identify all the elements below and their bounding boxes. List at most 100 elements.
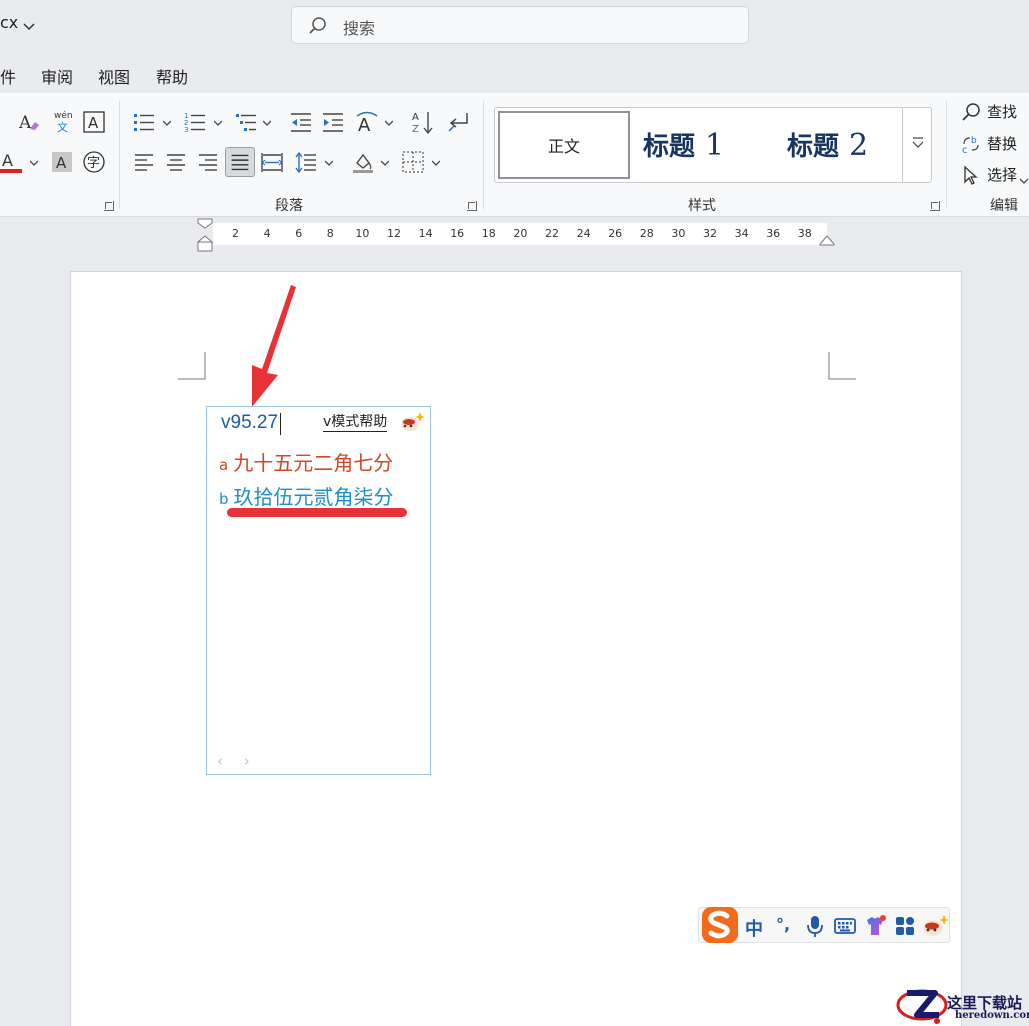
select-button[interactable]: 选择: [961, 164, 1029, 185]
chevron-down-icon[interactable]: [385, 119, 393, 127]
text-caret: [280, 413, 281, 435]
style-heading-1[interactable]: 标题 1: [643, 126, 724, 163]
style-heading-1-label: 标题: [643, 132, 696, 162]
sort-icon[interactable]: AZ: [411, 110, 435, 134]
ruler-tick-label: 32: [703, 227, 717, 240]
tab-file[interactable]: 件: [0, 64, 16, 88]
site-watermark: 这里下载站 heredown.com: [895, 985, 1029, 1026]
svg-text:b: b: [971, 136, 977, 146]
v-mode-help-link[interactable]: v模式帮助: [323, 414, 388, 432]
style-normal[interactable]: 正文: [498, 111, 630, 179]
ruler-tick-label: 30: [671, 227, 686, 240]
multilevel-list-icon[interactable]: [235, 111, 257, 133]
candidate-a[interactable]: a 九十五元二角七分: [219, 447, 393, 476]
replace-icon: bc: [961, 134, 981, 154]
chevron-down-icon[interactable]: [214, 119, 222, 127]
ruler-bar[interactable]: 2 4 6 8 10 12 14 16 18 20 22 24 26 28 30 32 34 36 38: [213, 223, 827, 245]
tab-view[interactable]: 视图: [98, 64, 130, 88]
paragraph-dialog-launcher[interactable]: [467, 201, 477, 211]
sogou-logo-icon[interactable]: [700, 905, 740, 945]
chinese-mode-toggle[interactable]: 中: [745, 915, 763, 941]
replace-label: 替换: [987, 135, 1018, 153]
group-separator: [119, 101, 120, 209]
style-heading-2[interactable]: 标题 2: [787, 126, 868, 163]
toolbox-grid-icon[interactable]: [893, 914, 917, 938]
title-bar: cx 搜索: [0, 0, 1029, 50]
bullets-icon[interactable]: [133, 111, 155, 133]
font-dialog-launcher[interactable]: [104, 201, 114, 211]
search-placeholder: 搜索: [343, 19, 376, 38]
ruler-tick-label: 36: [766, 227, 781, 240]
microphone-icon[interactable]: [803, 914, 827, 938]
chevron-down-icon: [1019, 171, 1029, 184]
character-border-icon[interactable]: A: [83, 111, 105, 133]
candidate-pager[interactable]: ‹ ›: [217, 752, 258, 770]
styles-dialog-launcher[interactable]: [930, 201, 940, 211]
document-name-menu[interactable]: cx: [0, 13, 35, 32]
decrease-indent-icon[interactable]: [290, 111, 312, 133]
svg-text:A: A: [412, 112, 419, 123]
group-label-editing: 编辑: [990, 198, 1018, 214]
svg-text:字: 字: [87, 156, 100, 171]
tab-review[interactable]: 审阅: [41, 64, 73, 88]
align-left-icon[interactable]: [133, 151, 155, 173]
chevron-down-icon[interactable]: [163, 119, 171, 127]
mascot-icon[interactable]: [921, 914, 949, 938]
ruler-tick-label: 8: [326, 227, 334, 240]
chevron-down-icon[interactable]: [432, 159, 440, 167]
find-button[interactable]: 查找: [961, 101, 1017, 122]
styles-more-button[interactable]: [902, 108, 932, 182]
group-separator: [483, 101, 484, 209]
ruler-tick-label: 14: [418, 227, 433, 240]
chevron-down-icon[interactable]: [30, 159, 38, 167]
font-color-icon[interactable]: A: [0, 151, 22, 173]
style-heading-2-label: 标题: [787, 132, 840, 162]
ribbon: A wén 文 A A A 字 123 A A Z 段落 正文 标题 1 标题 …: [0, 93, 1029, 217]
candidate-text: 玖拾伍元贰角柒分: [233, 485, 394, 509]
keyboard-icon[interactable]: [833, 914, 857, 938]
search-box[interactable]: 搜索: [291, 6, 749, 44]
ime-input-text: v95.27: [221, 412, 279, 433]
ruler-tick-label: 12: [387, 227, 401, 240]
replace-button[interactable]: bc 替换: [961, 133, 1017, 154]
clear-formatting-icon[interactable]: A: [18, 111, 40, 133]
character-shading-icon[interactable]: A: [51, 151, 73, 173]
ruler-tick-label: 18: [481, 227, 496, 240]
chevron-down-icon[interactable]: [263, 119, 271, 127]
mascot-icon[interactable]: [399, 411, 425, 433]
right-indent-marker[interactable]: [819, 234, 835, 246]
watermark-domain: heredown.com: [955, 1010, 1029, 1021]
align-right-icon[interactable]: [197, 151, 219, 173]
phonetic-guide-icon[interactable]: wén 文: [51, 109, 75, 135]
justify-button[interactable]: [225, 147, 255, 177]
svg-text:c: c: [962, 145, 968, 154]
styles-gallery: 正文 标题 1 标题 2: [494, 107, 932, 183]
candidate-key: a: [219, 456, 229, 474]
align-center-icon[interactable]: [165, 151, 187, 173]
candidate-b[interactable]: b 玖拾伍元贰角柒分: [219, 481, 394, 510]
numbering-icon[interactable]: 123: [184, 111, 206, 133]
punctuation-toggle[interactable]: °,: [776, 915, 790, 934]
ruler-tick-label: 2: [232, 227, 239, 240]
line-spacing-icon[interactable]: [295, 151, 317, 173]
group-separator: [946, 101, 947, 209]
red-arrow-annotation: [252, 285, 296, 407]
skin-shirt-icon[interactable]: [863, 914, 887, 938]
indent-markers[interactable]: [197, 218, 213, 252]
enclose-characters-icon[interactable]: 字: [83, 151, 105, 173]
chinese-layout-icon[interactable]: A: [356, 111, 378, 133]
tab-help[interactable]: 帮助: [156, 64, 188, 88]
distributed-align-icon[interactable]: [261, 151, 283, 173]
increase-indent-icon[interactable]: [322, 111, 344, 133]
svg-text:Z: Z: [412, 124, 419, 134]
shading-icon[interactable]: [352, 151, 374, 173]
cursor-arrow-icon: [961, 165, 981, 185]
watermark-logo: [896, 989, 948, 1024]
chevron-down-icon[interactable]: [381, 159, 389, 167]
horizontal-ruler: 2 4 6 8 10 12 14 16 18 20 22 24 26 28 30 32 34 36 38: [0, 218, 1029, 252]
borders-icon[interactable]: [402, 151, 424, 173]
menu-bar: 件 审阅 视图 帮助: [0, 58, 1029, 92]
show-formatting-marks-icon[interactable]: [447, 111, 469, 133]
search-icon: [308, 16, 328, 36]
chevron-down-icon[interactable]: [325, 159, 333, 167]
